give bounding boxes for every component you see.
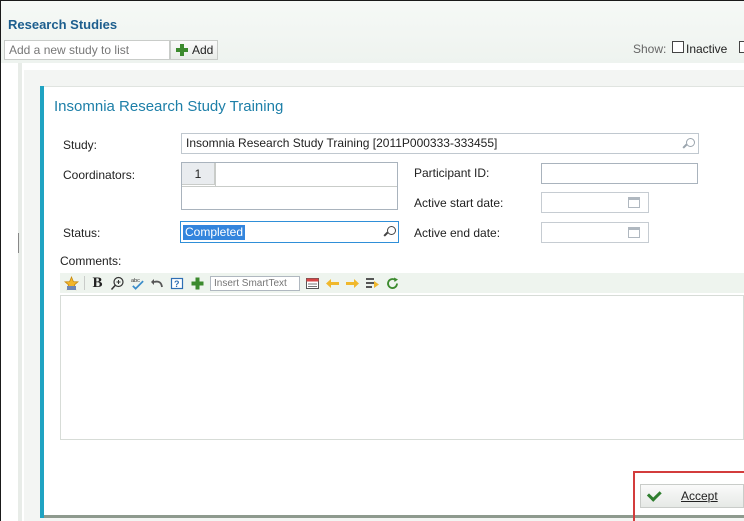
star-icon[interactable]: [64, 275, 79, 291]
study-card-accent: [40, 86, 44, 518]
toolbar-separator: [84, 276, 85, 290]
smartlink-icon[interactable]: ?: [170, 276, 185, 291]
research-studies-header: Research Studies Add Show: Inactive: [1, 1, 744, 63]
coordinators-list[interactable]: 1: [181, 162, 398, 210]
zoom-icon[interactable]: [110, 276, 125, 291]
coordinators-col-divider: [215, 163, 216, 186]
refresh-icon[interactable]: [385, 276, 400, 291]
bold-icon[interactable]: B: [90, 275, 105, 291]
accept-label: Accept: [681, 489, 718, 503]
coordinators-count: 1: [182, 163, 215, 185]
active-start-date-label: Active start date:: [414, 196, 504, 210]
svg-text:?: ?: [174, 279, 180, 289]
participant-id-field[interactable]: [541, 163, 698, 184]
arrow-right-icon[interactable]: [345, 276, 360, 291]
active-end-date-label: Active end date:: [414, 226, 501, 240]
active-start-date-field[interactable]: [541, 192, 649, 213]
page-title: Research Studies: [8, 17, 118, 32]
spellcheck-icon[interactable]: abc: [130, 276, 145, 291]
inactive-checkbox[interactable]: [672, 41, 684, 53]
comments-toolbar: B abc ?: [60, 273, 744, 293]
status-value: Completed: [183, 225, 246, 240]
inactive-checkbox-label: Inactive: [686, 42, 728, 56]
plus-icon: [176, 44, 188, 56]
left-collapse-strip[interactable]: [18, 63, 22, 521]
next-field-icon[interactable]: [365, 276, 380, 291]
undo-icon[interactable]: [150, 276, 165, 291]
comments-editor[interactable]: [60, 295, 744, 440]
participant-id-label: Participant ID:: [414, 166, 490, 180]
add-study-input[interactable]: [4, 40, 170, 60]
study-field-value: Insomnia Research Study Training [2011P0…: [186, 136, 498, 150]
status-label: Status:: [63, 226, 101, 240]
arrow-left-icon[interactable]: [325, 276, 340, 291]
calendar-icon[interactable]: [628, 227, 640, 238]
study-label: Study:: [63, 138, 98, 152]
status-search-icon[interactable]: [384, 226, 396, 238]
add-study-button[interactable]: Add: [170, 40, 218, 60]
window-border-left: [0, 0, 1, 521]
study-search-icon[interactable]: [683, 138, 695, 150]
left-strip-handle: [18, 233, 19, 253]
calendar-icon[interactable]: [628, 197, 640, 208]
coordinators-row-divider: [182, 186, 397, 187]
accept-button[interactable]: Accept: [640, 484, 744, 508]
coordinators-label: Coordinators:: [63, 168, 136, 182]
study-card-title: Insomnia Research Study Training: [54, 98, 284, 115]
comments-label: Comments:: [60, 254, 122, 268]
svg-text:abc: abc: [131, 278, 140, 284]
study-field[interactable]: Insomnia Research Study Training [2011P0…: [181, 133, 699, 154]
show-label: Show:: [633, 42, 667, 56]
add-button-label: Add: [192, 43, 214, 57]
smarttext-insert-icon[interactable]: [305, 276, 320, 291]
active-end-date-field[interactable]: [541, 222, 649, 243]
secondary-checkbox[interactable]: [739, 41, 744, 53]
checkmark-icon: [646, 486, 662, 502]
status-field[interactable]: Completed: [180, 221, 399, 243]
add-icon[interactable]: [190, 276, 205, 291]
insert-smarttext-input[interactable]: [210, 275, 300, 291]
